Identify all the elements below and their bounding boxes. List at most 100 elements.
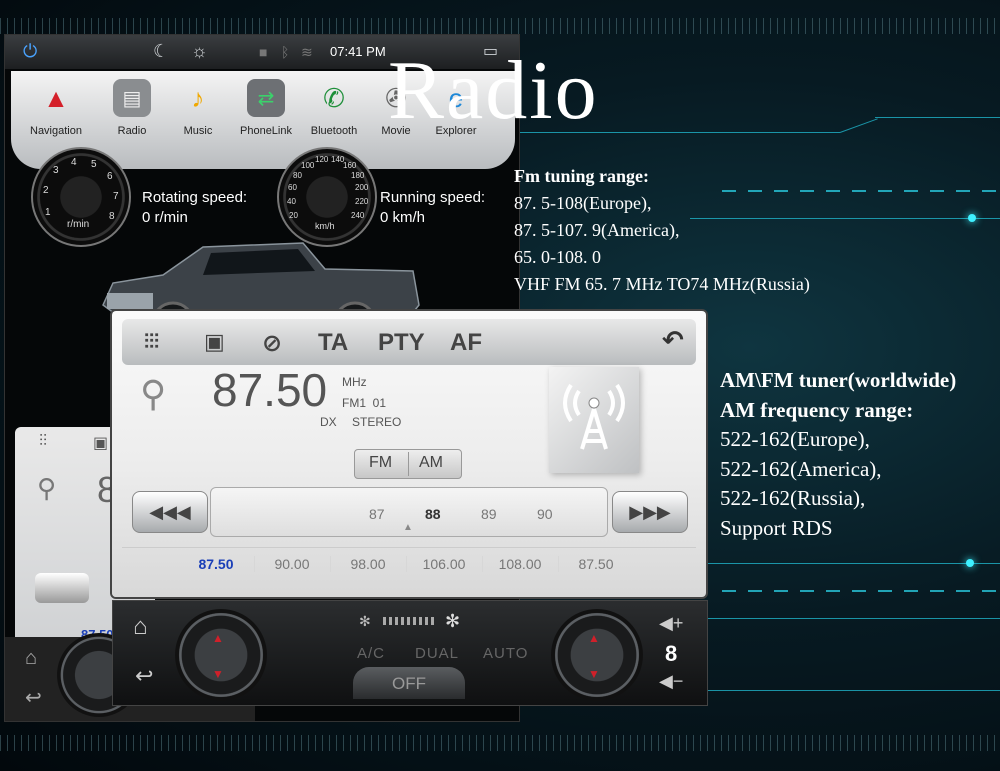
radio-icon: ▤ [113,79,151,117]
back-arrow-icon[interactable]: ↶ [662,325,684,356]
climate-off-button[interactable]: OFF [353,667,465,699]
preset-6[interactable]: 87.50 [558,556,634,572]
gauge-tick: 80 [293,171,302,180]
preset-list: 87.50 90.00 98.00 106.00 108.00 87.50 [122,547,696,584]
tuning-scale[interactable]: 87 88 89 90 ▲ [210,487,608,537]
gauge-tick: 160 [343,161,357,170]
rpm-label: Rotating speed: [142,189,248,206]
gauge-tick: 6 [107,171,113,182]
radio-toolbar: ⫶⫶⫶ ▣ ⊘ TA PTY AF ↶ [122,319,696,365]
app-radio[interactable]: ▤ Radio [97,79,167,137]
speaker-icon[interactable]: ▣ [204,329,225,355]
gauge-tick: 1 [45,207,51,218]
speed-value: 0 km/h [380,209,426,226]
app-music[interactable]: ♪ Music [163,79,233,138]
am-band-button[interactable]: AM [419,454,443,472]
circuit-line [839,118,878,133]
gauge-tick: 40 [287,197,296,206]
ac-button[interactable]: A/C [357,645,385,662]
preset-5[interactable]: 108.00 [482,556,559,572]
af-button[interactable]: AF [450,329,482,357]
am-spec: AM\FM tuner(worldwide) AM frequency rang… [720,366,956,543]
fan-low-icon[interactable]: ✻ [359,613,371,630]
gauge-unit: km/h [315,221,335,231]
circuit-line [690,618,1000,619]
fan-high-icon[interactable]: ✻ [445,611,460,632]
gauge-tick: 4 [71,157,77,168]
auto-button[interactable]: AUTO [483,645,528,662]
scale-tick: 90 [537,506,553,522]
app-label: Navigation [30,125,82,137]
gauge-tick: 2 [43,185,49,196]
scale-tick: 89 [481,506,497,522]
fm-spec-line: 87. 5-108(Europe), [514,193,652,213]
bluetooth-phone-icon: ✆ [323,82,345,113]
app-navigation[interactable]: ▲ Navigation [21,79,91,138]
fan-level[interactable] [383,617,437,625]
gauge-tick: 7 [113,191,119,202]
volume-down-icon[interactable]: ◀− [659,671,683,692]
no-signal-icon[interactable]: ⊘ [262,329,282,358]
search-icon: ⚲ [37,473,57,503]
scale-tick-active: 88 [425,506,441,522]
circuit-line [706,690,1000,691]
preset-1[interactable]: 87.50 [178,556,255,572]
rpm-value: 0 r/min [142,209,188,226]
seek-back-button[interactable]: ◀◀◀ [132,491,208,533]
app-label: Radio [117,125,147,137]
gauge-tick: 60 [288,183,297,192]
dx-indicator: DX [320,415,337,429]
gauge-tick: 220 [355,197,369,206]
rds-panel [549,367,639,473]
clock: 07:41 PM [330,44,386,59]
seek-forward-button[interactable]: ▶▶▶ [612,491,688,533]
ta-button[interactable]: TA [318,329,348,357]
home-icon[interactable]: ⌂ [133,613,148,641]
night-mode-icon[interactable]: ☾ [153,41,169,62]
decorative-ticks-top [0,18,1000,34]
gauge-tick: 240 [351,211,365,220]
app-bluetooth[interactable]: ✆ Bluetooth [299,79,369,138]
am-spec-line: 522-162(America), [720,456,882,481]
temp-down-icon[interactable]: ▼ [212,667,224,681]
app-label: Bluetooth [310,125,358,137]
circuit-line [875,117,1000,118]
music-icon: ♪ [191,82,205,113]
dual-button[interactable]: DUAL [415,645,459,662]
speed-readout: Running speed: 0 km/h [380,188,485,228]
fm-spec-heading: Fm tuning range: [514,166,649,186]
brightness-icon[interactable]: ☼ [191,41,208,62]
right-temp-knob[interactable]: ▲ ▼ [551,609,643,701]
app-phonelink[interactable]: ⇄ PhoneLink [231,79,301,137]
fast-forward-icon: ▶▶▶ [629,501,671,522]
left-temp-knob[interactable]: ▲ ▼ [175,609,267,701]
search-icon[interactable]: ⚲ [140,373,166,415]
phonelink-icon: ⇄ [247,79,285,117]
equalizer-icon: ⫶⫶ [39,433,48,450]
speed-label: Running speed: [380,189,486,206]
volume-up-icon[interactable]: ◀+ [659,613,683,634]
preset-3[interactable]: 98.00 [330,556,407,572]
tuning-pointer-icon: ▲ [403,522,413,533]
rpm-gauge: 1 2 3 4 5 6 7 8 r/min [31,147,131,247]
circuit-dash [722,590,1000,592]
temp-down-icon[interactable]: ▼ [588,667,600,681]
fm-band-button[interactable]: FM [369,454,392,472]
speed-gauge: 20 40 60 80 100 120 140 160 180 200 220 … [277,147,377,247]
preset-4[interactable]: 106.00 [406,556,483,572]
circuit-node [968,214,976,222]
app-label: Music [183,125,213,137]
decorative-ticks-bottom [0,735,1000,751]
gauge-tick: 120 [315,155,329,164]
circuit-line [700,563,1000,564]
rpm-readout: Rotating speed: 0 r/min [142,188,247,228]
temp-up-icon[interactable]: ▲ [588,631,600,645]
equalizer-icon[interactable]: ⫶⫶⫶ [144,331,159,354]
preset-2[interactable]: 90.00 [254,556,331,572]
wifi-icon: ≋ [301,44,313,60]
power-icon[interactable]: ⏻ [23,41,37,62]
pty-button[interactable]: PTY [378,329,425,357]
temp-up-icon[interactable]: ▲ [212,631,224,645]
back-icon[interactable]: ↩ [135,663,153,689]
fm-spec-line: VHF FM 65. 7 MHz TO74 MHz(Russia) [514,274,810,294]
